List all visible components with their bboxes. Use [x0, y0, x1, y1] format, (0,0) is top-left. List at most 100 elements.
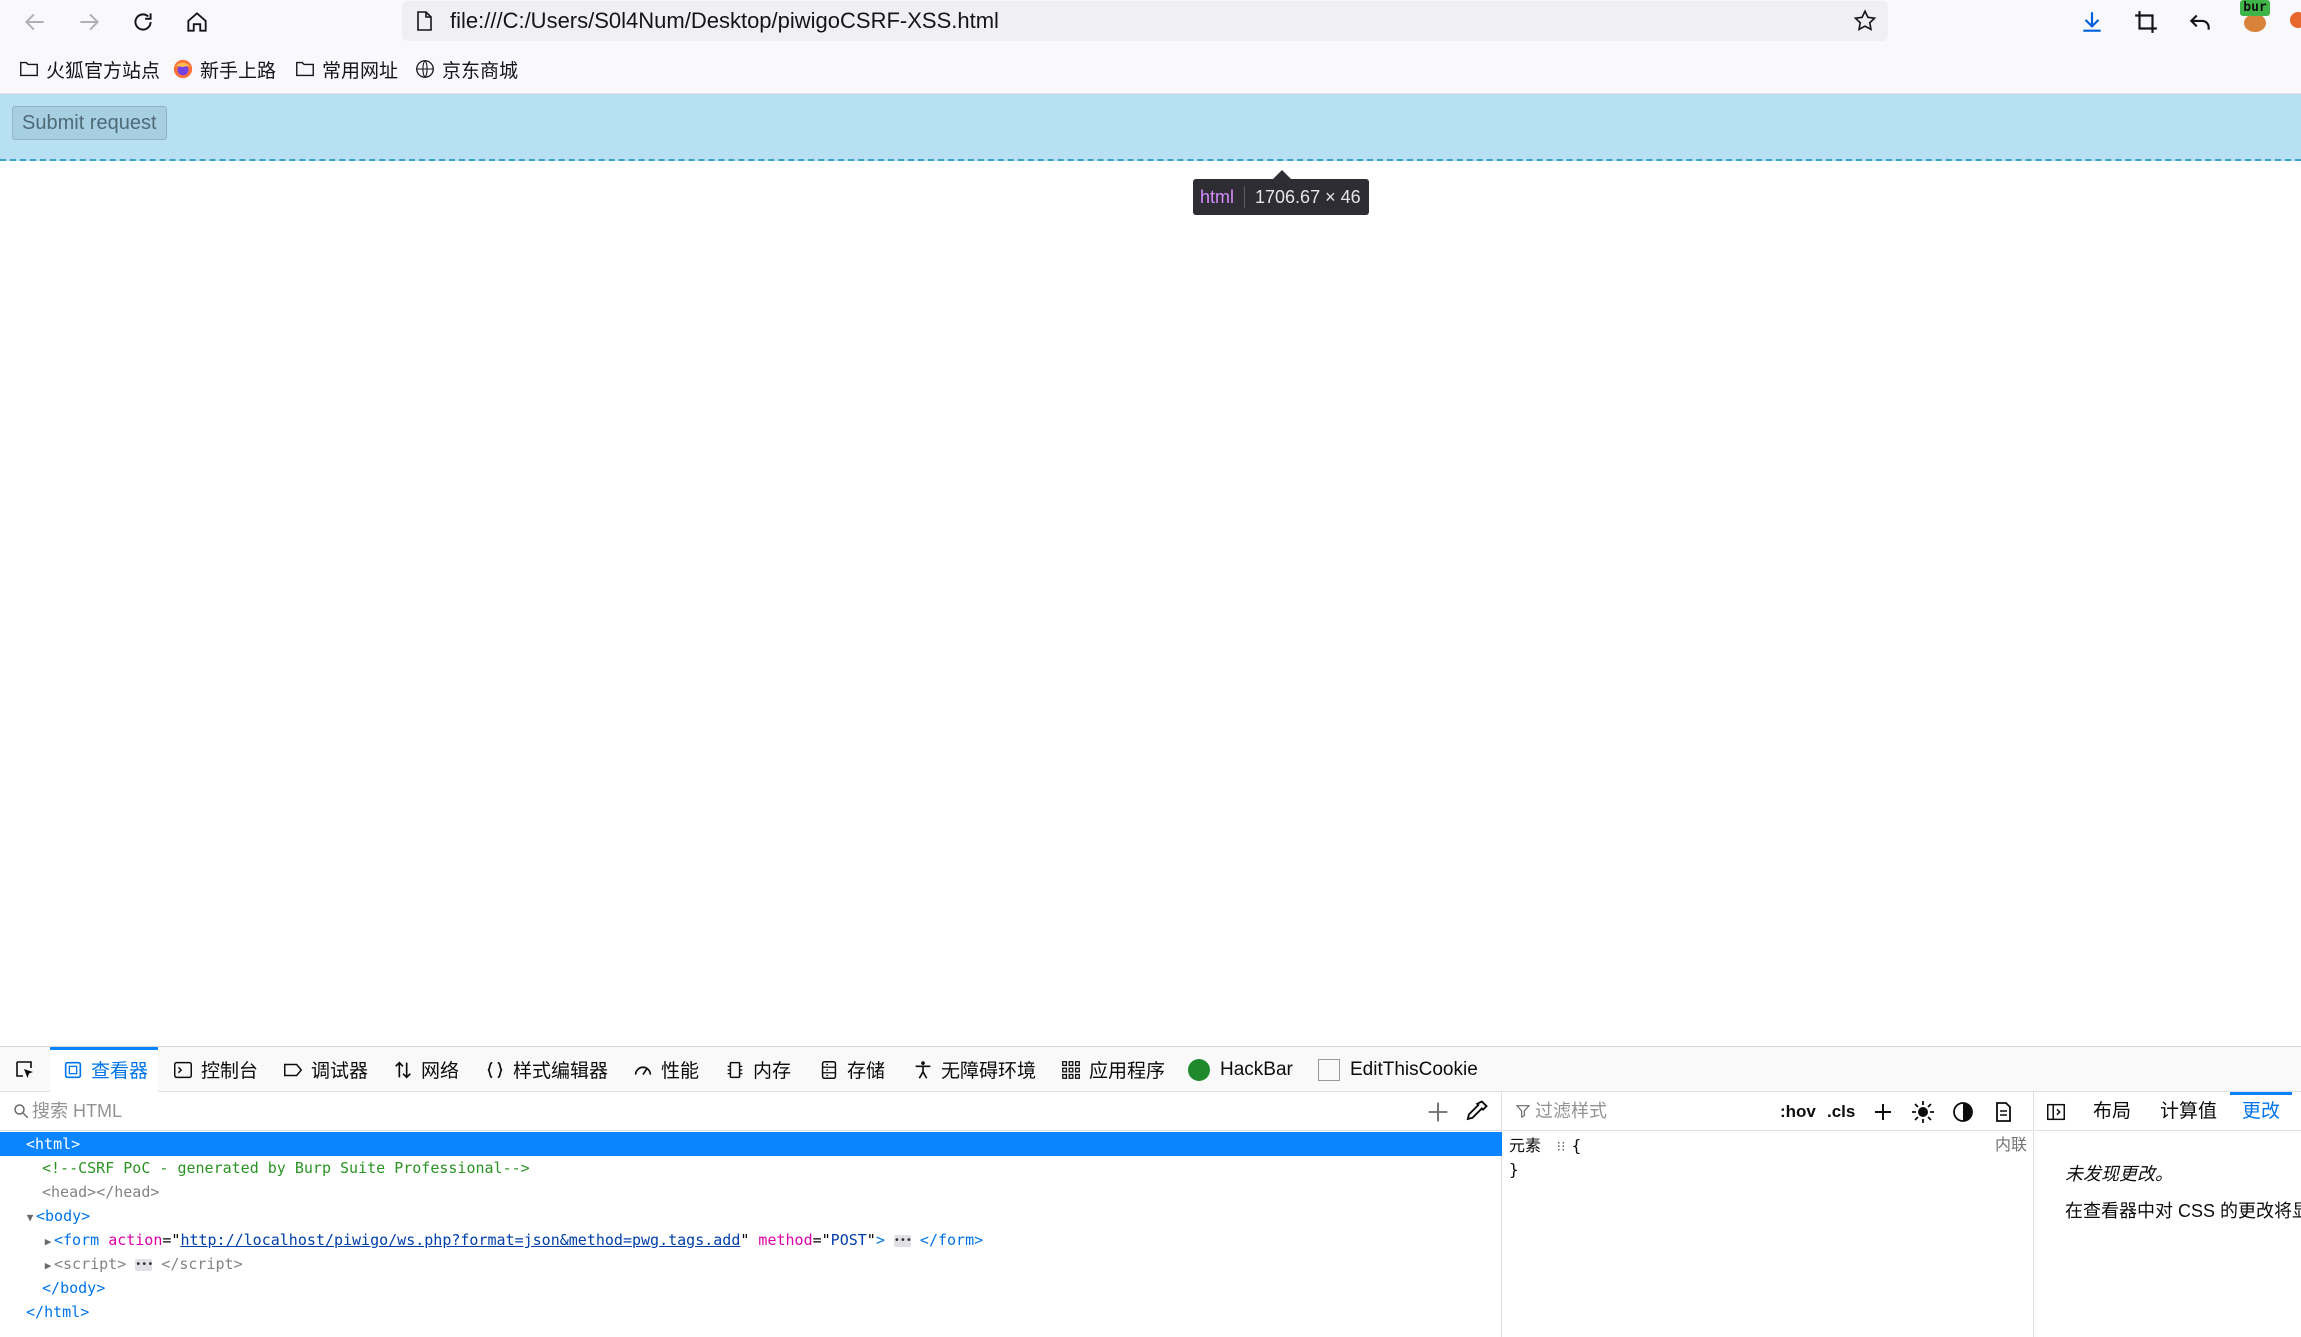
network-icon	[395, 1060, 411, 1079]
form-action-link[interactable]: http://localhost/piwigo/ws.php?format=js…	[180, 1231, 740, 1249]
tab-layout[interactable]: 布局	[2093, 1092, 2131, 1131]
folder-icon	[20, 61, 38, 77]
devtools-toolbar: 查看器 控制台 调试器 网络 样式编辑器 性能 内存 存储 无障碍环境 应用程序…	[0, 1047, 2301, 1092]
tab-storage[interactable]: 存储	[818, 1047, 885, 1092]
submit-request-button[interactable]: Submit request	[12, 106, 167, 140]
tab-accessibility[interactable]: 无障碍环境	[912, 1047, 1036, 1092]
tab-changes[interactable]: 更改	[2230, 1092, 2293, 1128]
tab-inspector[interactable]: 查看器	[50, 1047, 159, 1092]
tab-console[interactable]: 控制台	[172, 1047, 258, 1092]
body-tag: body	[45, 1207, 82, 1225]
cls-toggle-button[interactable]: .cls	[1827, 1092, 1855, 1131]
infobar-dimensions: 1706.67 × 46	[1255, 186, 1361, 207]
tab-debugger[interactable]: 调试器	[282, 1047, 368, 1092]
add-rule-icon[interactable]	[1871, 1100, 1895, 1124]
tree-node-html-close[interactable]: </html>	[0, 1300, 1502, 1324]
tab-label: 查看器	[91, 1061, 149, 1082]
eyedropper-icon[interactable]	[1462, 1098, 1490, 1126]
tab-label: 调试器	[311, 1061, 369, 1082]
tab-label: 性能	[661, 1061, 700, 1082]
toggle-panel-icon[interactable]	[2045, 1101, 2067, 1123]
styles-filter-input[interactable]: 过滤样式	[1535, 1092, 1607, 1131]
tab-performance[interactable]: 性能	[632, 1047, 699, 1092]
bookmark-item[interactable]: 新手上路	[172, 55, 276, 83]
html-close-tag: html	[44, 1303, 81, 1321]
folder-icon	[296, 61, 314, 77]
dark-mode-icon[interactable]	[1951, 1100, 1975, 1124]
back-button[interactable]	[18, 5, 52, 39]
reload-button[interactable]	[126, 5, 160, 39]
back-arrow-icon	[24, 13, 44, 31]
tab-memory[interactable]: 内存	[724, 1047, 791, 1092]
rule-selector-line[interactable]: 元素 ⁝⁝ {	[1509, 1134, 1581, 1158]
tree-node-body-close[interactable]: </body>	[0, 1276, 1502, 1300]
undo-icon	[2189, 14, 2210, 30]
head-open: <head>	[42, 1183, 97, 1201]
editthiscookie-icon	[1318, 1058, 1340, 1081]
add-node-icon[interactable]	[1424, 1098, 1452, 1126]
styles-filter-bar: 过滤样式 :hov .cls	[1503, 1092, 2034, 1131]
element-picker-button[interactable]	[10, 1056, 40, 1084]
html-element-highlight: Submit request	[0, 94, 2301, 161]
collapsed-twisty-icon[interactable]: ▶	[42, 1254, 54, 1278]
download-icon	[2083, 12, 2101, 32]
console-icon	[174, 1061, 192, 1078]
screenshot-button[interactable]	[2130, 6, 2162, 38]
page-icon	[417, 11, 432, 31]
tab-computed[interactable]: 计算值	[2160, 1092, 2217, 1131]
changes-hint-message: 在查看器中对 CSS 的更改将显示在此处。	[2065, 1201, 2301, 1221]
burp-extension-icon[interactable]	[2244, 14, 2266, 32]
tree-node-form[interactable]: ▶ <form action="http://localhost/piwigo/w…	[0, 1228, 1502, 1252]
inspector-icon	[64, 1061, 82, 1078]
extension-icon[interactable]	[2290, 12, 2301, 28]
element-picker-icon	[16, 1061, 33, 1078]
body-close-tag: body	[60, 1279, 97, 1297]
markup-tree: <html> <!--CSRF PoC - generated by Burp …	[0, 1132, 1502, 1337]
bookmark-item[interactable]: 火狐官方站点	[18, 55, 160, 83]
forward-arrow-icon	[80, 13, 100, 31]
expanded-twisty-icon[interactable]: ▼	[24, 1206, 36, 1230]
tree-node-comment[interactable]: <!--CSRF PoC - generated by Burp Suite P…	[0, 1156, 1502, 1180]
home-button[interactable]	[180, 5, 214, 39]
tree-node-body[interactable]: ▼ <body>	[0, 1204, 1502, 1228]
print-media-icon[interactable]	[1991, 1100, 2015, 1124]
tab-label: 控制台	[201, 1061, 259, 1082]
extension-badge: bur	[2240, 0, 2270, 16]
tab-label: 样式编辑器	[513, 1061, 609, 1082]
search-icon	[14, 1104, 29, 1119]
tree-node-head[interactable]: <head></head>	[0, 1180, 1502, 1204]
navigation-toolbar: file:///C:/Users/S0l4Num/Desktop/piwigoC…	[0, 0, 2301, 44]
html-search-bar: 搜索 HTML	[0, 1092, 1502, 1131]
ellipsis-icon[interactable]: •••	[135, 1258, 153, 1271]
forward-button[interactable]	[72, 5, 106, 39]
markup-view: 搜索 HTML <html> <!--CSRF PoC - generated …	[0, 1092, 1502, 1337]
form-action-attr: action	[108, 1231, 163, 1249]
html-search-input[interactable]: 搜索 HTML	[32, 1092, 122, 1131]
collapsed-twisty-icon[interactable]: ▶	[42, 1230, 54, 1254]
infobar-tag: html	[1193, 186, 1246, 208]
reload-icon	[134, 13, 152, 31]
tab-editthiscookie[interactable]: EditThisCookie	[1318, 1047, 1478, 1092]
ellipsis-icon[interactable]: •••	[893, 1234, 912, 1247]
tab-label: 应用程序	[1089, 1061, 1166, 1082]
bookmark-star-icon[interactable]	[1852, 8, 1878, 34]
hov-toggle-button[interactable]: :hov	[1780, 1092, 1816, 1131]
tab-application[interactable]: 应用程序	[1060, 1047, 1165, 1092]
form-close-tag: form	[937, 1231, 975, 1249]
tree-node-script[interactable]: ▶ <script> ••• </script>	[0, 1252, 1502, 1276]
tab-label: EditThisCookie	[1350, 1058, 1478, 1080]
bookmark-label: 新手上路	[200, 60, 277, 82]
tab-hackbar[interactable]: HackBar	[1188, 1047, 1293, 1092]
tab-style-editor[interactable]: 样式编辑器	[484, 1047, 608, 1092]
tree-node-html[interactable]: <html>	[0, 1132, 1502, 1156]
tab-network[interactable]: 网络	[392, 1047, 459, 1092]
address-bar[interactable]: file:///C:/Users/S0l4Num/Desktop/piwigoC…	[402, 1, 1888, 41]
home-icon	[187, 12, 207, 32]
bookmark-item[interactable]: 京东商城	[414, 55, 518, 83]
downloads-button[interactable]	[2076, 6, 2108, 38]
light-mode-icon[interactable]	[1911, 1100, 1935, 1124]
undo-button[interactable]	[2184, 6, 2216, 38]
bookmark-item[interactable]: 常用网址	[294, 55, 398, 83]
url-text[interactable]: file:///C:/Users/S0l4Num/Desktop/piwigoC…	[450, 1, 999, 41]
bookmark-label: 火狐官方站点	[46, 60, 161, 82]
